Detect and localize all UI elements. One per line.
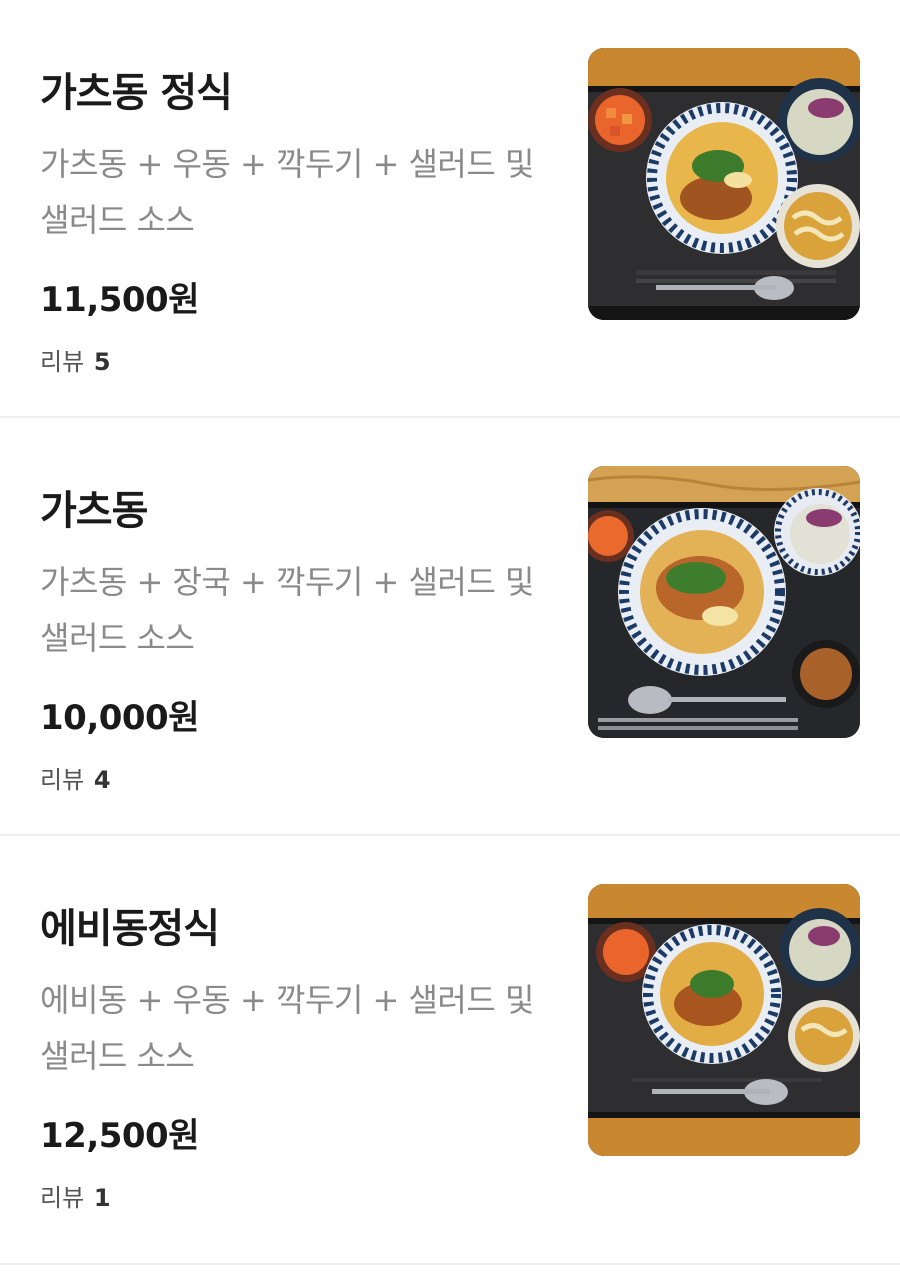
menu-item-description: 에비동 + 우동 + 깍두기 + 샐러드 및 샐러드 소스: [40, 981, 534, 1075]
review-label: 리뷰: [40, 766, 85, 794]
menu-item-name: 에비동정식: [40, 906, 220, 952]
menu-item-photo[interactable]: [588, 884, 860, 1156]
menu-item-price: 11,500원: [40, 280, 199, 320]
katsudon-set-photo: [588, 48, 860, 320]
review-label: 리뷰: [40, 1184, 85, 1212]
katsudon-photo: [588, 466, 860, 738]
menu-item-photo[interactable]: [588, 466, 860, 738]
menu-item-description: 가츠동 + 우동 + 깍두기 + 샐러드 및 샐러드 소스: [40, 145, 534, 239]
menu-item-name: 가츠동: [40, 488, 148, 534]
ebidon-set-photo: [588, 884, 860, 1156]
menu-item-photo[interactable]: [588, 48, 860, 320]
menu-item-review: 리뷰 4: [40, 760, 111, 795]
review-count: 1: [93, 1184, 111, 1212]
review-count: 4: [93, 766, 111, 794]
menu-item-price: 12,500원: [40, 1116, 199, 1156]
menu-item-description: 가츠동 + 장국 + 깍두기 + 샐러드 및 샐러드 소스: [40, 563, 534, 657]
menu-list: 가츠동 정식 가츠동 + 우동 + 깍두기 + 샐러드 및 샐러드 소스 11,…: [0, 0, 900, 1265]
menu-item-review: 리뷰 5: [40, 342, 111, 377]
menu-item-ebidon-set[interactable]: 에비동정식 에비동 + 우동 + 깍두기 + 샐러드 및 샐러드 소스 12,5…: [0, 836, 900, 1265]
menu-item-price: 10,000원: [40, 698, 199, 738]
review-count: 5: [93, 348, 111, 376]
menu-item-name: 가츠동 정식: [40, 70, 233, 116]
menu-item-katsudon-set[interactable]: 가츠동 정식 가츠동 + 우동 + 깍두기 + 샐러드 및 샐러드 소스 11,…: [0, 0, 900, 418]
menu-item-review: 리뷰 1: [40, 1178, 111, 1213]
review-label: 리뷰: [40, 348, 85, 376]
menu-item-katsudon[interactable]: 가츠동 가츠동 + 장국 + 깍두기 + 샐러드 및 샐러드 소스 10,000…: [0, 418, 900, 836]
